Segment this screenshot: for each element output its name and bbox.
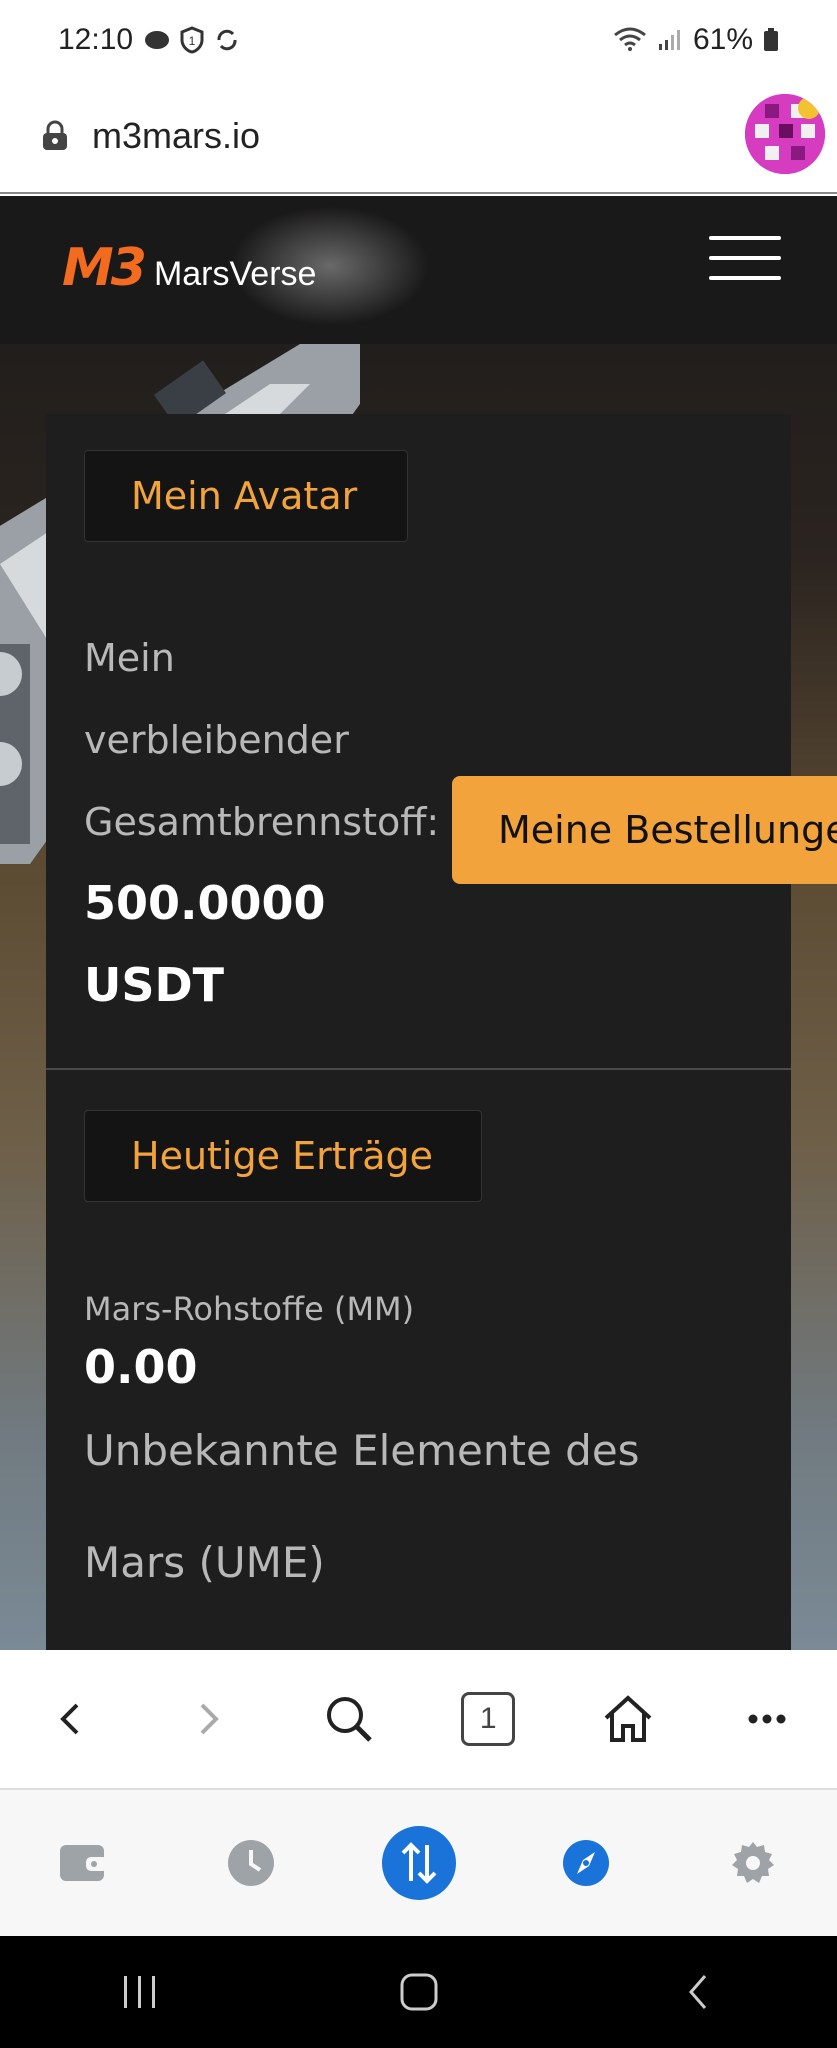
hamburger-menu-icon[interactable] — [709, 236, 781, 282]
wallet-tab[interactable] — [0, 1841, 167, 1885]
recents-icon[interactable] — [120, 1974, 160, 2010]
tabs-icon[interactable]: 1 — [461, 1692, 516, 1746]
system-home-icon[interactable] — [399, 1972, 439, 2012]
system-home-button[interactable] — [279, 1972, 558, 2012]
notification-icon — [145, 31, 170, 49]
earnings-section-title[interactable]: Heutige Erträge — [84, 1110, 482, 1202]
status-right: 61% — [613, 23, 779, 57]
web-page: M3 MarsVerse Mein Avatar Mein verbleiben… — [0, 196, 837, 1650]
fuel-label-line1: Mein — [84, 636, 175, 680]
avatar-section-title[interactable]: Mein Avatar — [84, 450, 408, 542]
wifi-icon — [614, 27, 646, 51]
settings-icon[interactable] — [728, 1838, 778, 1888]
system-back-button[interactable] — [558, 1972, 837, 2012]
ume-label-line2: Mars (UME) — [84, 1538, 325, 1587]
wallet-icon[interactable] — [58, 1841, 110, 1885]
explore-tab[interactable] — [502, 1838, 669, 1888]
status-bar: 12:10 1 61% — [0, 0, 837, 80]
site-header: M3 MarsVerse — [0, 196, 837, 344]
home-button[interactable] — [558, 1692, 698, 1746]
wallet-bottom-bar — [0, 1790, 837, 1936]
battery-icon — [764, 28, 778, 51]
more-button[interactable] — [698, 1713, 837, 1725]
my-orders-button[interactable]: Meine Bestellungen — [452, 776, 837, 884]
history-icon[interactable] — [226, 1838, 276, 1888]
sync-icon — [217, 29, 237, 51]
tabs-button[interactable]: 1 — [419, 1692, 559, 1746]
fuel-label-line3: Gesamtbrennstoff: — [84, 800, 440, 844]
ume-label-line1: Unbekannte Elemente des — [84, 1426, 640, 1475]
search-icon[interactable] — [324, 1694, 374, 1744]
fuel-unit: USDT — [84, 958, 225, 1012]
card-divider — [46, 1068, 791, 1070]
dashboard-card: Mein Avatar Mein verbleibender Gesamtbre… — [46, 414, 791, 1650]
svg-text:1: 1 — [189, 34, 196, 48]
explore-icon[interactable] — [561, 1838, 611, 1888]
settings-tab[interactable] — [670, 1838, 837, 1888]
logo-text: MarsVerse — [153, 255, 317, 293]
forward-icon[interactable] — [194, 1699, 224, 1739]
fuel-value: 500.0000 — [84, 876, 326, 930]
transfer-tab[interactable] — [335, 1825, 502, 1901]
fuel-label-line2: verbleibender — [84, 718, 349, 762]
search-button[interactable] — [279, 1694, 419, 1744]
site-logo[interactable]: M3 MarsVerse — [62, 238, 316, 298]
battery-percent: 61% — [692, 23, 753, 56]
forward-button[interactable] — [140, 1699, 280, 1739]
more-icon[interactable] — [747, 1713, 787, 1725]
signal-icon — [658, 30, 680, 50]
back-button[interactable] — [0, 1699, 140, 1739]
url-bar[interactable]: m3mars.io — [0, 80, 837, 194]
browser-toolbar: 1 — [0, 1650, 837, 1790]
status-time: 12:10 — [58, 23, 134, 56]
url-text[interactable]: m3mars.io — [92, 115, 260, 157]
recents-button[interactable] — [0, 1974, 279, 2010]
shield-icon: 1 — [180, 26, 204, 54]
mm-value: 0.00 — [84, 1340, 198, 1394]
home-icon[interactable] — [601, 1692, 655, 1746]
status-icons: 1 — [143, 26, 241, 54]
system-back-icon[interactable] — [683, 1972, 713, 2012]
lock-icon[interactable] — [40, 120, 70, 152]
profile-avatar[interactable] — [745, 94, 825, 174]
transfer-icon[interactable] — [381, 1825, 457, 1901]
back-icon[interactable] — [55, 1699, 85, 1739]
mm-label: Mars-Rohstoffe (MM) — [84, 1290, 415, 1328]
logo-m3: M3 — [62, 238, 147, 298]
history-tab[interactable] — [167, 1838, 334, 1888]
system-nav-bar — [0, 1936, 837, 2048]
